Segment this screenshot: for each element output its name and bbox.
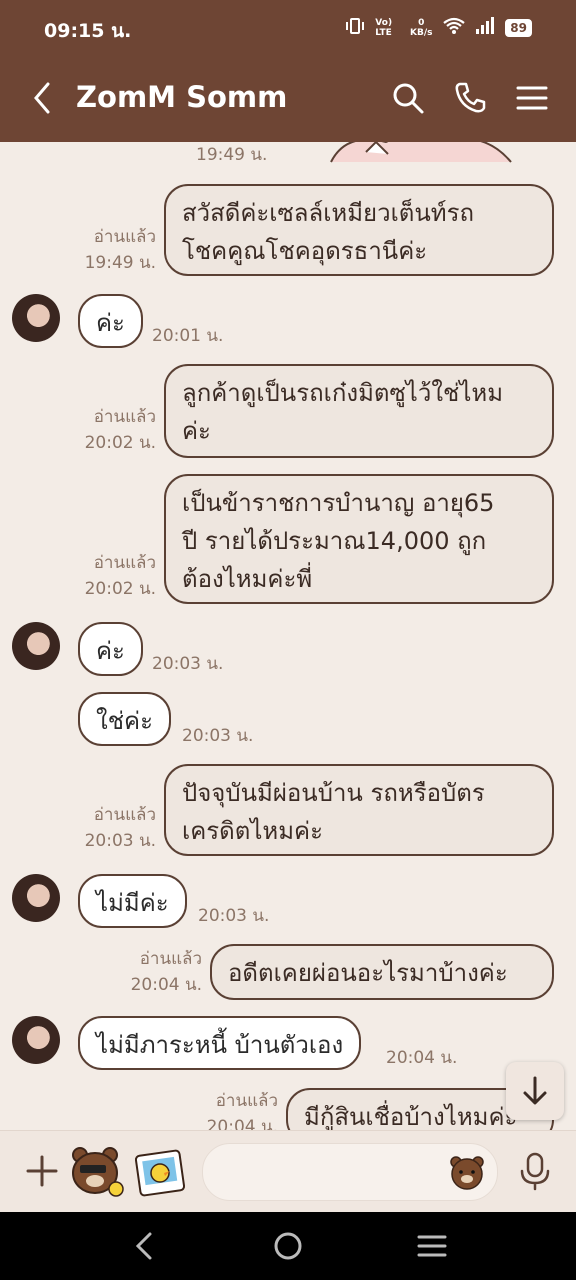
status-bar: 09:15 น. Vo) LTE 0 KB/s 89	[0, 0, 576, 56]
message-time: 20:03 น.	[84, 831, 156, 851]
read-receipt: อ่านแล้ว	[93, 407, 156, 427]
system-nav-bar	[0, 1212, 576, 1280]
plus-icon[interactable]	[24, 1153, 60, 1193]
back-arrow-icon[interactable]	[24, 78, 64, 118]
message-input-bar	[0, 1130, 576, 1213]
sticker-fragment	[330, 142, 512, 163]
vibrate-icon	[345, 17, 365, 38]
network-speed: 0 KB/s	[410, 17, 433, 38]
avatar[interactable]	[12, 294, 60, 342]
message-line: ค่ะ	[182, 417, 211, 445]
avatar[interactable]	[12, 622, 60, 670]
bear-face-icon[interactable]	[447, 1152, 487, 1196]
message-input[interactable]	[202, 1143, 498, 1201]
message-line: ปัจจุบันมีผ่อนบ้าน รถหรือบัตร	[182, 779, 485, 807]
message-line: ปี รายได้ประมาณ14,000 ถูก	[182, 527, 487, 555]
incoming-message[interactable]: ไม่มีภาระหนี้ บ้านตัวเอง	[78, 1016, 362, 1070]
avatar[interactable]	[12, 874, 60, 922]
nav-recents-icon[interactable]	[416, 1230, 448, 1266]
message-line: มีกู้สินเชื่อบ้างไหมค่ะ	[304, 1103, 518, 1130]
message-line: สวัสดีค่ะเซลล์เหมียวเต็นท์รถ	[182, 199, 475, 227]
outgoing-message[interactable]: เป็นข้าราชการบำนาญ อายุ65 ปี รายได้ประมา…	[164, 474, 554, 604]
message-line: ต้องไหมค่ะพี่	[182, 565, 313, 593]
message-line: อดีตเคยผ่อนอะไรมาบ้างค่ะ	[228, 959, 508, 987]
incoming-message[interactable]: ไม่มีค่ะ	[78, 874, 187, 928]
status-icons: Vo) LTE 0 KB/s 89	[345, 17, 532, 38]
message-time: 20:04 น.	[386, 1048, 458, 1068]
message-time: 20:02 น.	[84, 579, 156, 599]
signal-icon	[475, 17, 495, 38]
message-time: 20:03 น.	[182, 726, 254, 746]
message-time: 19:49 น.	[196, 145, 268, 165]
read-receipt: อ่านแล้ว	[93, 553, 156, 573]
message-time: 20:04 น.	[130, 975, 202, 995]
nav-back-icon[interactable]	[128, 1230, 160, 1266]
read-receipt: อ่านแล้ว	[215, 1091, 278, 1111]
message-meta: อ่านแล้ว 20:02 น.	[60, 404, 156, 456]
chat-messages[interactable]: 19:49 น. อ่านแล้ว 19:49 น. สวัสดีค่ะเซลล…	[0, 142, 576, 1130]
read-receipt: อ่านแล้ว	[93, 227, 156, 247]
chat-title: ZomM Somm	[76, 80, 288, 114]
read-receipt: อ่านแล้ว	[93, 805, 156, 825]
wifi-icon	[443, 17, 465, 38]
status-time: 09:15 น.	[44, 20, 132, 42]
outgoing-message[interactable]: ลูกค้าดูเป็นรถเก๋งมิตซูไว้ใช่ไหม ค่ะ	[164, 364, 554, 458]
scroll-to-bottom-button[interactable]	[506, 1062, 564, 1120]
battery-level: 89	[505, 18, 532, 37]
hamburger-menu-icon[interactable]	[514, 80, 550, 116]
message-meta: อ่านแล้ว 20:04 น.	[180, 1088, 278, 1130]
read-receipt: อ่านแล้ว	[139, 949, 202, 969]
message-line: เครดิตไหมค่ะ	[182, 817, 323, 845]
chat-header: ZomM Somm	[0, 56, 576, 142]
phone-icon[interactable]	[452, 80, 488, 116]
message-meta: อ่านแล้ว 20:02 น.	[60, 550, 156, 602]
outgoing-message[interactable]: อดีตเคยผ่อนอะไรมาบ้างค่ะ	[210, 944, 554, 1000]
message-time: 20:03 น.	[152, 654, 224, 674]
outgoing-message[interactable]: สวัสดีค่ะเซลล์เหมียวเต็นท์รถ โชคคูณโชคอุ…	[164, 184, 554, 276]
search-icon[interactable]	[390, 80, 426, 116]
message-line: ลูกค้าดูเป็นรถเก๋งมิตซูไว้ใช่ไหม	[182, 379, 504, 407]
message-meta: อ่านแล้ว 20:03 น.	[60, 802, 156, 854]
message-time: 20:02 น.	[84, 433, 156, 453]
outgoing-message[interactable]: ปัจจุบันมีผ่อนบ้าน รถหรือบัตร เครดิตไหมค…	[164, 764, 554, 856]
photo-gallery-icon[interactable]	[134, 1147, 186, 1203]
message-line: เป็นข้าราชการบำนาญ อายุ65	[182, 489, 495, 517]
message-time: 20:01 น.	[152, 326, 224, 346]
message-time: 20:03 น.	[198, 906, 270, 926]
incoming-message[interactable]: ค่ะ	[78, 622, 143, 676]
microphone-icon[interactable]	[516, 1151, 554, 1195]
avatar[interactable]	[12, 1016, 60, 1064]
nav-home-icon[interactable]	[272, 1230, 304, 1266]
incoming-message[interactable]: ใช่ค่ะ	[78, 692, 171, 746]
arrow-down-icon	[523, 1076, 547, 1105]
message-line: โชคคูณโชคอุดรธานีค่ะ	[182, 237, 428, 265]
message-time: 20:04 น.	[206, 1117, 278, 1130]
message-time: 19:49 น.	[84, 253, 156, 273]
volte-label: Vo) LTE	[375, 17, 393, 38]
bear-sticker-icon[interactable]	[68, 1143, 126, 1205]
incoming-message[interactable]: ค่ะ	[78, 294, 143, 348]
message-meta: อ่านแล้ว 20:04 น.	[104, 946, 202, 998]
message-meta: อ่านแล้ว 19:49 น.	[60, 224, 156, 276]
